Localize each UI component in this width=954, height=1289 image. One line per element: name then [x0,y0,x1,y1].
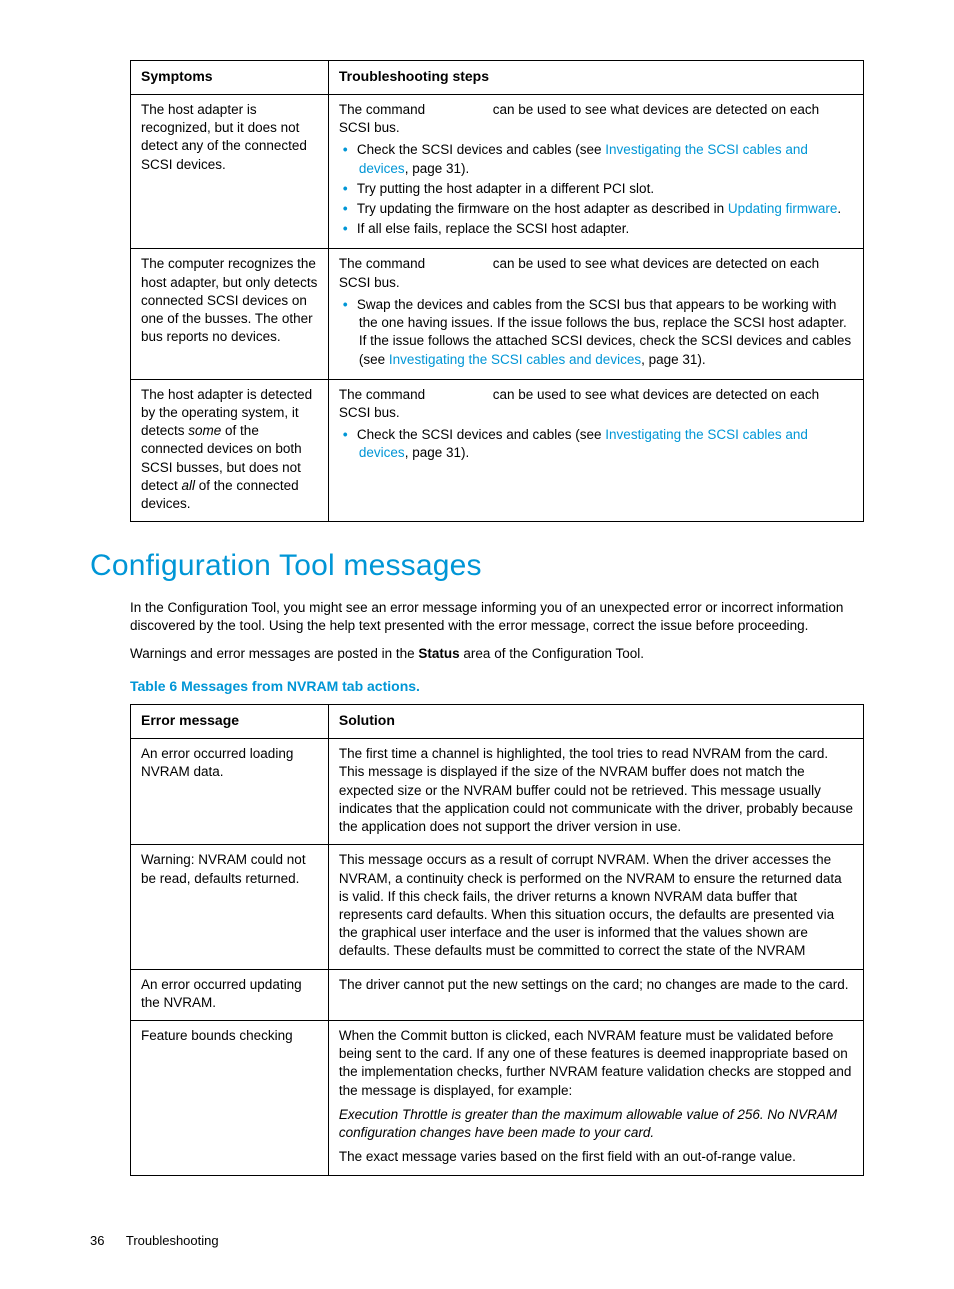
table-row: An error occurred loading NVRAM data. Th… [131,739,864,845]
paragraph: In the Configuration Tool, you might see… [130,599,864,635]
solution-cell: The driver cannot put the new settings o… [328,969,863,1020]
list-item: Try updating the firmware on the host ad… [359,200,853,218]
solution-cell: This message occurs as a result of corru… [328,845,863,969]
th-error: Error message [131,705,329,739]
steps-cell: The command can be used to see what devi… [328,379,863,522]
solution-cell: The first time a channel is highlighted,… [328,739,863,845]
list-item: If all else fails, replace the SCSI host… [359,220,853,238]
th-solution: Solution [328,705,863,739]
section-heading: Configuration Tool messages [90,546,864,587]
table-caption: Table 6 Messages from NVRAM tab actions. [130,677,864,696]
table-row: The computer recognizes the host adapter… [131,249,864,379]
link-updating-firmware[interactable]: Updating firmware [728,201,838,216]
steps-cell: The command can be used to see what devi… [328,94,863,249]
list-item: Check the SCSI devices and cables (see I… [359,426,853,462]
list-item: Check the SCSI devices and cables (see I… [359,141,853,177]
symptom-cell: The computer recognizes the host adapter… [131,249,329,379]
error-cell: Feature bounds checking [131,1021,329,1176]
steps-cell: The command can be used to see what devi… [328,249,863,379]
table-row: Feature bounds checking When the Commit … [131,1021,864,1176]
paragraph: Warnings and error messages are posted i… [130,645,864,663]
th-steps: Troubleshooting steps [328,61,863,95]
error-cell: Warning: NVRAM could not be read, defaul… [131,845,329,969]
page-footer: 36 Troubleshooting [90,1232,864,1250]
troubleshooting-table: Symptoms Troubleshooting steps The host … [130,60,864,522]
solution-cell: When the Commit button is clicked, each … [328,1021,863,1176]
table-row: An error occurred updating the NVRAM. Th… [131,969,864,1020]
link-scsi-cables[interactable]: Investigating the SCSI cables and device… [389,352,641,367]
table-row: Warning: NVRAM could not be read, defaul… [131,845,864,969]
th-symptoms: Symptoms [131,61,329,95]
table-row: The host adapter is detected by the oper… [131,379,864,522]
table-row: The host adapter is recognized, but it d… [131,94,864,249]
error-cell: An error occurred loading NVRAM data. [131,739,329,845]
list-item: Swap the devices and cables from the SCS… [359,296,853,369]
list-item: Try putting the host adapter in a differ… [359,180,853,198]
symptom-cell: The host adapter is recognized, but it d… [131,94,329,249]
symptom-cell: The host adapter is detected by the oper… [131,379,329,522]
error-cell: An error occurred updating the NVRAM. [131,969,329,1020]
nvram-messages-table: Error message Solution An error occurred… [130,704,864,1175]
